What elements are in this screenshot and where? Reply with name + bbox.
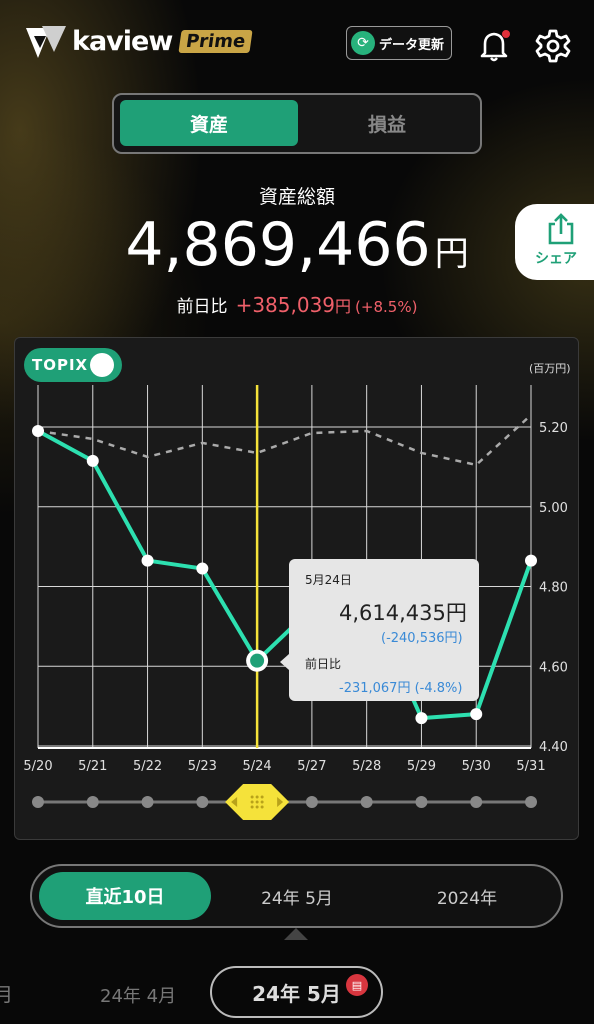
daily-change-unit: 円	[335, 297, 352, 316]
notification-dot	[502, 30, 510, 38]
memo-icon: ▤	[346, 974, 368, 996]
month-item-prev[interactable]: 24年 4月	[100, 982, 176, 1008]
total-assets-label: 資産総額	[258, 186, 335, 208]
tooltip-prev-amount: -231,067円	[339, 681, 411, 696]
topix-label: TOPIX	[32, 356, 89, 374]
share-button[interactable]: シェア	[515, 204, 594, 280]
tooltip-prev-pct: (-4.8%)	[414, 681, 463, 696]
tooltip-date: 5月24日	[305, 573, 352, 587]
tooltip-arrow	[280, 654, 289, 670]
tooltip-prev-label: 前日比	[305, 657, 342, 671]
period-option-month[interactable]: 24年 5月	[232, 872, 362, 920]
total-assets-value: 4,869,466 円	[0, 210, 594, 280]
refresh-data-button[interactable]: ⟳ データ更新	[346, 26, 452, 60]
app-logo: kaview Prime	[24, 22, 254, 60]
prime-badge: Prime	[178, 29, 254, 53]
asset-pnl-segment: 資産 損益	[112, 93, 482, 154]
logo-mark-icon	[26, 26, 66, 58]
refresh-label: データ更新	[379, 37, 445, 53]
unit-label: (百万円)	[529, 362, 571, 375]
total-assets-number: 4,869,466	[125, 210, 431, 280]
topix-toggle[interactable]: TOPIX	[24, 348, 122, 382]
settings-gear-icon[interactable]	[535, 28, 571, 64]
month-item-prev2[interactable]: 月	[0, 980, 13, 1007]
tab-profit-loss[interactable]: 損益	[298, 100, 476, 146]
period-option-year[interactable]: 2024年	[402, 872, 532, 920]
chart-tooltip: 5月24日 4,614,435円 (-240,536円) 前日比 -231,06…	[280, 559, 479, 701]
tab-assets[interactable]: 資産	[120, 100, 298, 146]
tooltip-prev-value: -231,067円 (-4.8%)	[339, 677, 462, 696]
refresh-icon: ⟳	[351, 31, 375, 55]
daily-change: 前日比 +385,039円 (+8.5%)	[0, 292, 594, 317]
logo-text: kaview	[72, 25, 173, 57]
toggle-knob	[90, 353, 114, 377]
period-pointer	[284, 928, 308, 940]
daily-change-value: +385,039	[235, 293, 336, 317]
tooltip-change-small: (-240,536円)	[381, 631, 463, 646]
total-assets-unit: 円	[434, 234, 469, 274]
share-icon	[548, 213, 574, 245]
share-label: シェア	[535, 251, 577, 267]
notification-bell-icon[interactable]	[478, 28, 512, 62]
period-option-recent[interactable]: 直近10日	[39, 872, 211, 920]
daily-change-label: 前日比	[176, 297, 228, 317]
tooltip-value: 4,614,435円	[339, 601, 467, 625]
daily-change-pct: (+8.5%)	[355, 298, 418, 316]
period-selector: 直近10日 24年 5月 2024年	[30, 864, 563, 928]
